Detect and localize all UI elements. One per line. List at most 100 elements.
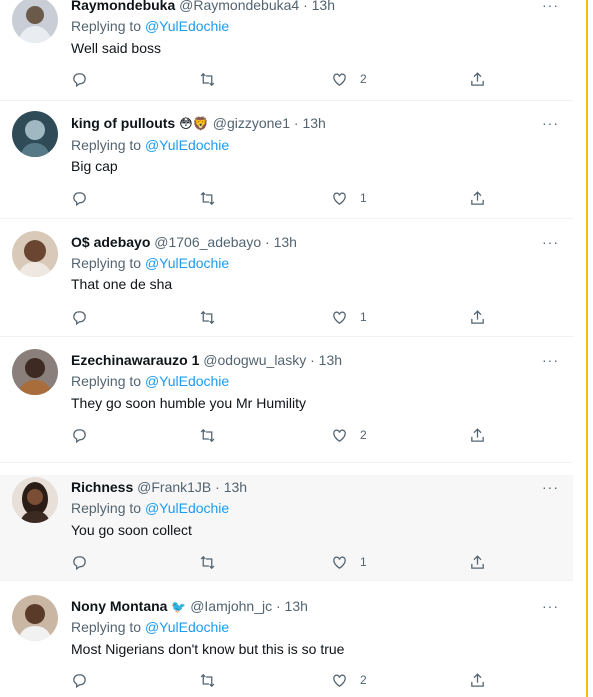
reply-tweet[interactable]: Ezechinawarauzo 1 @odogwu_lasky · 13h ··… [0,337,573,463]
avatar[interactable] [12,111,58,157]
mention-link[interactable]: @YulEdochie [145,137,229,153]
action-bar: 1 [71,552,501,572]
more-icon[interactable]: ··· [542,479,559,495]
tweet-header: Ezechinawarauzo 1 @odogwu_lasky · 13h [71,352,342,369]
retweet-button[interactable] [199,188,216,208]
share-icon [471,309,484,324]
more-icon[interactable]: ··· [542,115,559,131]
share-button[interactable] [469,670,486,690]
reply-icon [73,673,86,688]
mention-link[interactable]: @YulEdochie [145,500,229,516]
avatar[interactable] [12,0,58,43]
timestamp[interactable]: · 13h [310,352,342,368]
retweet-button[interactable] [199,307,216,327]
reply-button[interactable] [71,552,88,572]
reply-button[interactable] [71,69,88,89]
like-count: 1 [360,191,367,205]
user-handle[interactable]: @odogwu_lasky [203,352,306,368]
display-name[interactable]: Richness [71,479,133,495]
reply-icon [73,72,86,87]
user-handle[interactable]: @gizzyone1 [213,115,290,131]
like-button[interactable]: 1 [331,552,367,572]
like-button[interactable]: 1 [331,188,367,208]
replying-label: Replying to [71,255,145,271]
mention-link[interactable]: @YulEdochie [145,619,229,635]
replying-to: Replying to @YulEdochie [71,373,229,390]
name-emoji: 😳🦁 [179,116,209,131]
share-icon [471,554,484,569]
reply-button[interactable] [71,307,88,327]
more-icon[interactable]: ··· [542,234,559,250]
retweet-icon [200,72,215,86]
reply-tweet[interactable]: O$ adebayo @1706_adebayo · 13h ··· Reply… [0,219,573,337]
reply-button[interactable] [71,188,88,208]
mention-link[interactable]: @YulEdochie [145,373,229,389]
mention-link[interactable]: @YulEdochie [145,255,229,271]
replying-to: Replying to @YulEdochie [71,500,229,517]
display-name[interactable]: Raymondebuka [71,0,175,13]
action-bar: 2 [71,425,501,445]
more-icon[interactable]: ··· [542,352,559,368]
replying-to: Replying to @YulEdochie [71,18,229,35]
like-button[interactable]: 2 [331,425,367,445]
share-icon [471,190,484,205]
retweet-icon [200,191,215,205]
display-name[interactable]: O$ adebayo [71,234,150,250]
avatar[interactable] [12,477,58,523]
replying-label: Replying to [71,500,145,516]
avatar[interactable] [12,595,58,641]
tweet-header: Raymondebuka @Raymondebuka4 · 13h [71,0,335,14]
share-icon [471,71,484,86]
reply-tweet[interactable]: king of pullouts 😳🦁 @gizzyone1 · 13h ···… [0,101,573,219]
display-name[interactable]: Ezechinawarauzo 1 [71,352,199,368]
tweet-text: Big cap [71,158,118,174]
reply-tweet[interactable]: Nony Montana 🐦 @Iamjohn_jc · 13h ··· Rep… [0,585,573,697]
retweet-button[interactable] [199,552,216,572]
replying-label: Replying to [71,18,145,34]
timestamp[interactable]: · 13h [303,0,335,13]
reply-tweet[interactable]: Richness @Frank1JB · 13h ··· Replying to… [0,475,573,581]
user-handle[interactable]: @Frank1JB [137,479,211,495]
like-button[interactable]: 2 [331,69,367,89]
timestamp[interactable]: · 13h [276,598,308,614]
timestamp[interactable]: · 13h [265,234,297,250]
more-icon[interactable]: ··· [542,598,559,614]
avatar[interactable] [12,231,58,277]
display-name[interactable]: king of pullouts [71,115,175,131]
like-button[interactable]: 2 [331,670,367,690]
more-icon[interactable]: ··· [542,0,559,13]
replying-label: Replying to [71,619,145,635]
like-button[interactable]: 1 [331,307,367,327]
share-button[interactable] [469,188,486,208]
reply-button[interactable] [71,670,88,690]
tweet-text: That one de sha [71,276,173,292]
retweet-button[interactable] [199,670,216,690]
user-handle[interactable]: @Raymondebuka4 [179,0,299,13]
mention-link[interactable]: @YulEdochie [145,18,229,34]
retweet-icon [200,673,215,687]
share-button[interactable] [469,425,486,445]
like-count: 1 [360,310,367,324]
like-icon [333,556,346,569]
replying-to: Replying to @YulEdochie [71,255,229,272]
reply-icon [73,555,86,570]
like-count: 2 [360,72,367,86]
share-icon [471,427,484,442]
share-button[interactable] [469,552,486,572]
timestamp[interactable]: · 13h [294,115,326,131]
retweet-icon [200,428,215,442]
page-edge-line [586,0,588,697]
reply-tweet[interactable]: Raymondebuka @Raymondebuka4 · 13h ··· Re… [0,0,573,101]
action-bar: 2 [71,670,501,690]
timestamp[interactable]: · 13h [215,479,247,495]
user-handle[interactable]: @Iamjohn_jc [190,598,272,614]
display-name[interactable]: Nony Montana [71,598,167,614]
avatar[interactable] [12,349,58,395]
share-button[interactable] [469,307,486,327]
retweet-button[interactable] [199,69,216,89]
like-icon [333,311,346,324]
reply-button[interactable] [71,425,88,445]
share-button[interactable] [469,69,486,89]
user-handle[interactable]: @1706_adebayo [154,234,261,250]
retweet-button[interactable] [199,425,216,445]
